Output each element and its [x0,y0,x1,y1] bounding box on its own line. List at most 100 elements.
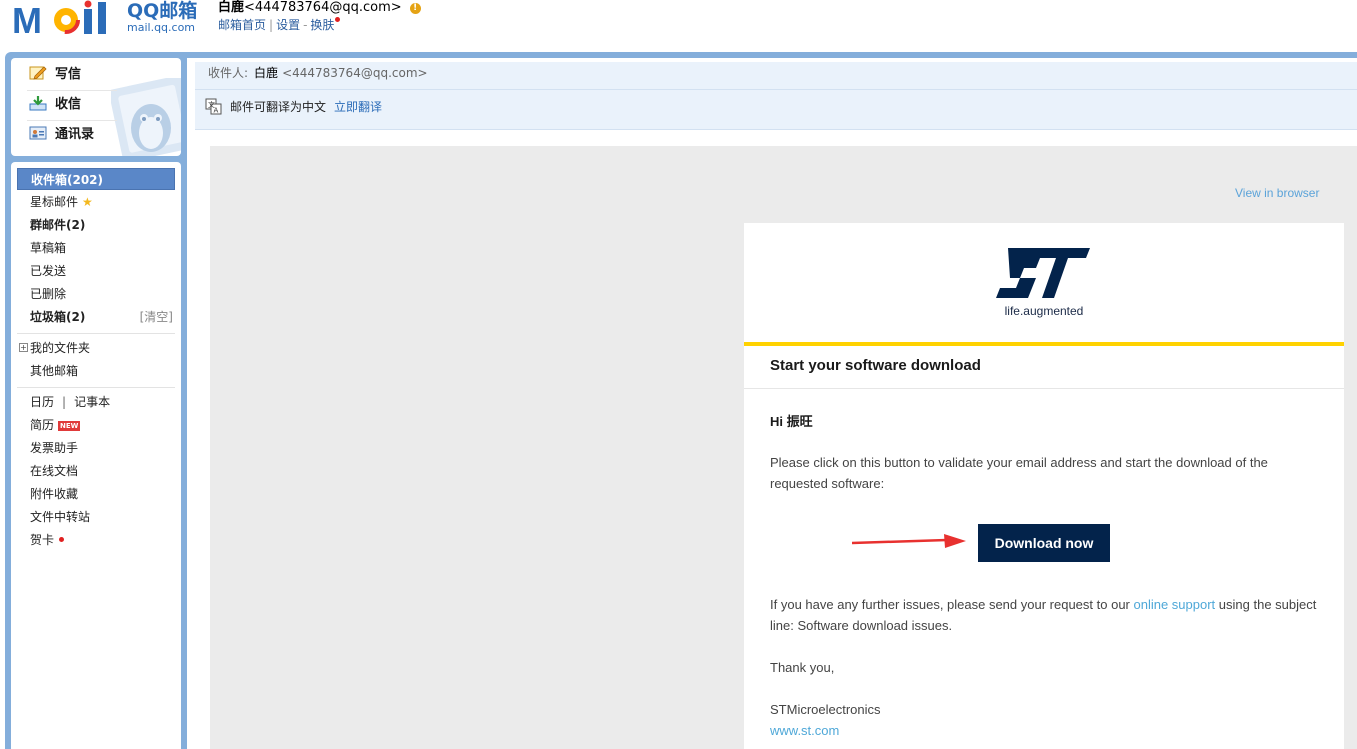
logo-domain: mail.qq.com [127,21,196,34]
message-view: 收件人: 白鹿 <444783764@qq.com> 文 A 邮件可翻译为中文 立即翻译 … [187,58,1357,749]
folder-label: 已发送 [30,264,67,278]
support-text: If you have any further issues, please s… [770,594,1325,636]
folder-label: 简历 [30,418,55,432]
folder-label: 其他邮箱 [30,364,79,378]
tool-attachments[interactable]: 附件收藏 [17,483,175,505]
star-icon: ★ [82,195,93,209]
folder-sent[interactable]: 已发送 [17,260,175,282]
tool-invoice[interactable]: 发票助手 [17,437,175,459]
logo-text: QQ邮箱 mail.qq.com [127,0,197,34]
skin-link[interactable]: 换肤 [310,18,334,32]
folder-my-folders[interactable]: + 我的文件夹 [17,337,175,359]
folder-label: 已删除 [30,287,67,301]
folder-label: 我的文件夹 [30,341,91,355]
thanks-text: Thank you, [770,660,835,675]
folder-label: 收件箱(202) [31,173,104,187]
translate-link[interactable]: 立即翻译 [334,100,382,114]
calendar-notes-row: 日历 | 记事本 [17,391,175,413]
receive-icon [29,96,47,111]
folder-other-mailboxes[interactable]: 其他邮箱 [17,360,175,382]
st-logo-icon [996,248,1090,298]
support-text-before: If you have any further issues, please s… [770,597,1134,612]
folder-label: 草稿箱 [30,241,67,255]
folder-label: 垃圾箱(2) [30,310,86,324]
tool-resume[interactable]: 简历 NEW [17,414,175,436]
email-card: life.augmented Start your software downl… [744,223,1344,749]
folder-label: 附件收藏 [30,487,79,501]
clear-spam-link[interactable]: [清空] [140,306,173,328]
settings-link[interactable]: 设置 [276,18,300,32]
contacts-icon [29,126,47,140]
recipient-email: <444783764@qq.com> [282,66,428,80]
new-badge: NEW [58,421,81,431]
svg-text:A: A [214,107,219,115]
qq-mail-logo-icon[interactable]: M [12,0,124,40]
recipient-label: 收件人: [208,66,249,80]
receive-label: 收信 [55,97,82,112]
folder-list: 收件箱(202) 星标邮件 ★ 群邮件(2) 草稿箱 已发送 已删除 垃圾箱(2)… [11,162,181,749]
nav-actions: 写信 收信 通讯录 [11,58,181,156]
contacts-label: 通讯录 [55,127,95,142]
folder-starred[interactable]: 星标邮件 ★ [17,191,175,213]
divider [744,388,1344,389]
warning-icon[interactable]: ! [409,3,421,14]
tool-online-docs[interactable]: 在线文档 [17,460,175,482]
divider [17,333,175,334]
divider [17,387,175,388]
compose-label: 写信 [55,67,82,82]
folder-spam[interactable]: 垃圾箱(2) [清空] [17,306,175,328]
folder-label: 贺卡 [30,533,55,547]
calendar-link[interactable]: 日历 [30,395,54,409]
red-arrow-icon [852,534,966,548]
receive-button[interactable]: 收信 [29,93,129,117]
recipient-name[interactable]: 白鹿 [254,66,278,80]
greeting: Hi 振旺 [770,414,813,429]
website-link-row: www.st.com [770,720,1325,741]
folder-inbox[interactable]: 收件箱(202) [17,168,175,190]
email-body: View in browser life.augmented Start you… [210,146,1357,749]
folder-label: 在线文档 [30,464,79,478]
tool-file-transfer[interactable]: 文件中转站 [17,506,175,528]
accent-bar [744,342,1344,346]
top-header: M QQ邮箱 mail.qq.com 白鹿<444783764@qq.com>!… [0,0,1357,52]
user-email: <444783764@qq.com> [244,0,402,15]
compose-icon [29,66,47,80]
tool-greeting-card[interactable]: 贺卡 [17,529,175,551]
separator: | [269,18,274,32]
divider [27,120,117,121]
compose-button[interactable]: 写信 [29,63,129,87]
folder-label: 文件中转站 [30,510,91,524]
translate-bar: 文 A 邮件可翻译为中文 立即翻译 [195,90,1357,130]
mail-home-link[interactable]: 邮箱首页 [218,18,266,32]
website-link[interactable]: www.st.com [770,723,839,738]
user-info: 白鹿<444783764@qq.com>! [218,0,421,15]
folder-group[interactable]: 群邮件(2) [17,214,175,236]
online-support-link[interactable]: online support [1134,597,1216,612]
translate-icon: 文A [205,98,222,115]
expand-icon[interactable]: + [19,343,28,352]
divider [27,90,117,91]
signature: STMicroelectronics [770,702,881,717]
folder-label: 群邮件(2) [30,218,86,232]
separator: - [303,18,308,32]
folder-label: 发票助手 [30,441,79,455]
view-in-browser-link[interactable]: View in browser [1235,186,1319,200]
folder-deleted[interactable]: 已删除 [17,283,175,305]
user-name: 白鹿 [218,0,245,15]
svg-text:M: M [12,0,42,40]
top-links: 邮箱首页 | 设置 - 换肤 [218,17,341,33]
download-now-button[interactable]: Download now [978,524,1110,562]
recipient-bar: 收件人: 白鹿 <444783764@qq.com> [195,62,1357,90]
translate-prompt: 邮件可翻译为中文 [230,100,327,114]
notification-dot-icon [335,17,341,22]
separator: | [62,395,67,409]
instruction-text: Please click on this button to validate … [770,455,1268,491]
folder-label: 星标邮件 [30,195,79,209]
email-title: Start your software download [770,357,981,374]
notification-dot-icon [59,537,65,542]
folder-drafts[interactable]: 草稿箱 [17,237,175,259]
logo-title: QQ邮箱 [127,0,198,22]
logo-tagline: life.augmented [1004,304,1084,318]
notes-link[interactable]: 记事本 [74,395,110,409]
contacts-button[interactable]: 通讯录 [29,123,129,147]
